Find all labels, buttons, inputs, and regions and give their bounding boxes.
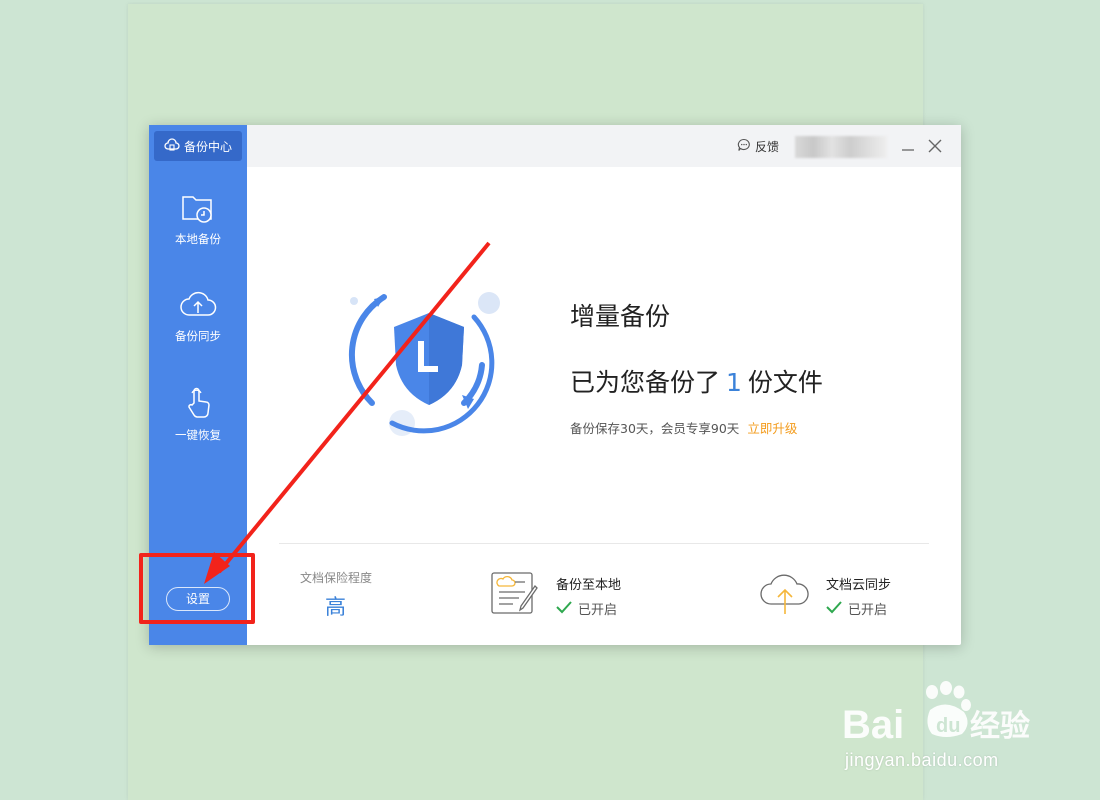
baidu-jingyan-watermark-logo: Bai du 经验 bbox=[840, 680, 1050, 754]
svg-text:Bai: Bai bbox=[842, 703, 904, 747]
annotation-highlight-box bbox=[139, 553, 255, 624]
svg-text:经验: 经验 bbox=[970, 709, 1030, 744]
svg-text:du: du bbox=[936, 715, 960, 737]
watermark-url: jingyan.baidu.com bbox=[845, 750, 999, 770]
